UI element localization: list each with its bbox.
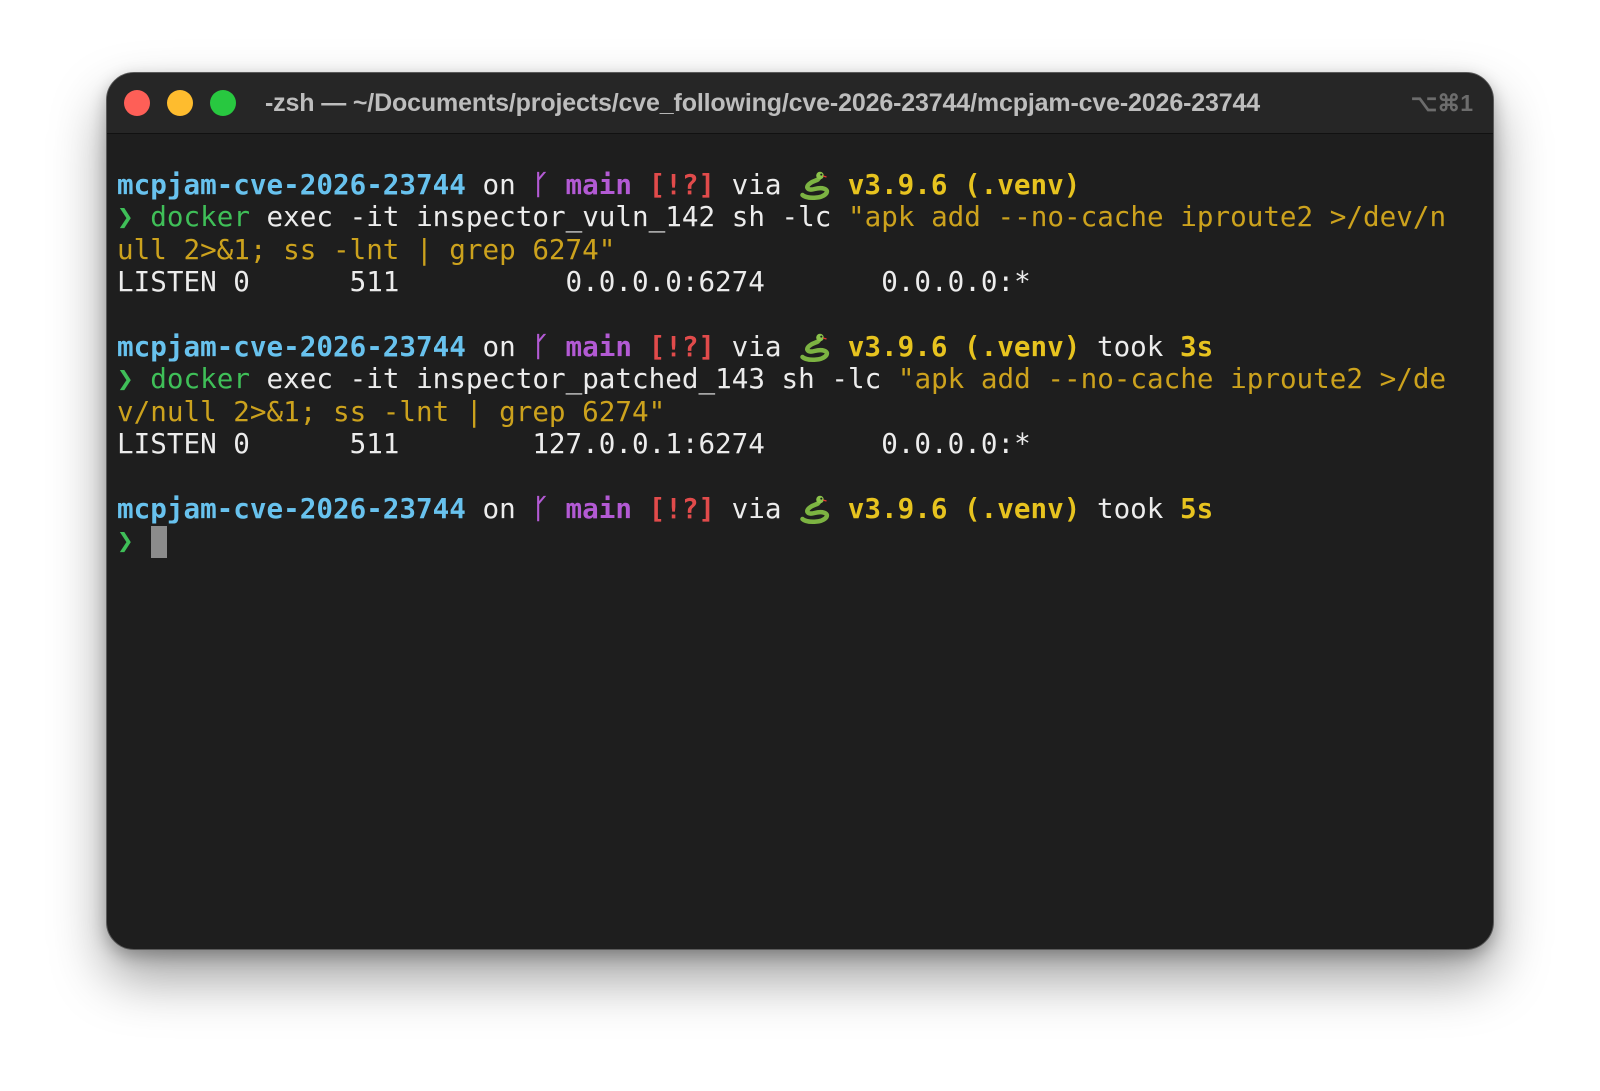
command-line: ❯ docker exec -it inspector_vuln_142 sh … <box>117 201 1487 233</box>
command-string-part2: ull 2>&1; ss -lnt | grep 6274" <box>117 232 616 266</box>
prompt-on: on <box>465 491 533 525</box>
prompt-char: ❯ <box>117 200 134 234</box>
prompt-directory: mcpjam-cve-2026-23744 <box>117 329 466 363</box>
prompt-line: mcpjam-cve-2026-23744 on ᚴ main [!?] via… <box>117 491 1487 525</box>
prompt-directory: mcpjam-cve-2026-23744 <box>117 491 466 525</box>
prompt-line: mcpjam-cve-2026-23744 on ᚴ main [!?] via… <box>117 168 1487 201</box>
command-name: docker <box>150 362 250 396</box>
prompt-on: on <box>465 329 533 363</box>
prompt-python-version: v3.9.6 (.venv) <box>847 491 1081 525</box>
git-branch-icon: ᚴ <box>532 491 549 525</box>
command-string-part1: "apk add --no-cache iproute2 >/dev/n <box>848 200 1447 234</box>
prompt-char: ❯ <box>117 362 134 396</box>
prompt-git-status: [!?] <box>648 491 716 525</box>
command-line: ❯ docker exec -it inspector_patched_143 … <box>117 363 1487 395</box>
window-title: -zsh — ~/Documents/projects/cve_followin… <box>265 89 1261 117</box>
minimize-button[interactable] <box>167 90 193 116</box>
prompt-python-version: v3.9.6 (.venv) <box>847 168 1081 201</box>
terminal-window: -zsh — ~/Documents/projects/cve_followin… <box>106 72 1494 950</box>
text-cursor[interactable] <box>150 526 167 559</box>
prompt-branch: main <box>565 329 632 363</box>
prompt-branch: main <box>565 491 632 525</box>
git-branch-icon: ᚴ <box>532 329 549 363</box>
prompt-took-label: took <box>1080 329 1181 363</box>
prompt-via: via <box>715 329 799 363</box>
prompt-took-duration: 5s <box>1180 491 1214 525</box>
command-args: exec -it inspector_vuln_142 sh -lc <box>249 200 848 234</box>
command-line-wrap: v/null 2>&1; ss -lnt | grep 6274" <box>117 394 1487 428</box>
prompt-line: mcpjam-cve-2026-23744 on ᚴ main [!?] via… <box>117 329 1487 363</box>
terminal-output[interactable]: mcpjam-cve-2026-23744 on ᚴ main [!?] via… <box>117 168 1487 559</box>
prompt-took-label: took <box>1080 491 1181 525</box>
prompt-via: via <box>715 491 799 525</box>
snake-icon <box>800 333 830 362</box>
snake-icon <box>800 495 830 524</box>
prompt-git-status: [!?] <box>648 329 716 363</box>
prompt-directory: mcpjam-cve-2026-23744 <box>117 168 466 201</box>
prompt-python-version: v3.9.6 (.venv) <box>847 329 1081 363</box>
prompt-branch: main <box>565 168 632 201</box>
prompt-via: via <box>715 168 799 201</box>
git-branch-icon: ᚴ <box>532 168 549 201</box>
snake-icon <box>800 171 830 200</box>
prompt-char: ❯ <box>117 524 134 558</box>
prompt-git-status: [!?] <box>648 168 716 201</box>
tab-shortcut: ⌥⌘1 <box>1410 90 1473 116</box>
command-line-wrap: ull 2>&1; ss -lnt | grep 6274" <box>117 232 1487 266</box>
close-button[interactable] <box>124 90 150 116</box>
command-string-part1: "apk add --no-cache iproute2 >/de <box>897 362 1447 396</box>
command-args: exec -it inspector_patched_143 sh -lc <box>249 362 898 396</box>
command-name: docker <box>150 200 250 234</box>
output-line: LISTEN 0 511 0.0.0.0:6274 0.0.0.0:* <box>117 265 1031 299</box>
prompt-took-duration: 3s <box>1180 329 1214 363</box>
output-line: LISTEN 0 511 127.0.0.1:6274 0.0.0.0:* <box>117 427 1031 461</box>
input-line[interactable]: ❯ <box>117 524 1487 559</box>
maximize-button[interactable] <box>210 90 236 116</box>
command-string-part2: v/null 2>&1; ss -lnt | grep 6274" <box>117 394 666 428</box>
prompt-on: on <box>465 168 533 201</box>
title-bar[interactable]: -zsh — ~/Documents/projects/cve_followin… <box>107 73 1493 134</box>
